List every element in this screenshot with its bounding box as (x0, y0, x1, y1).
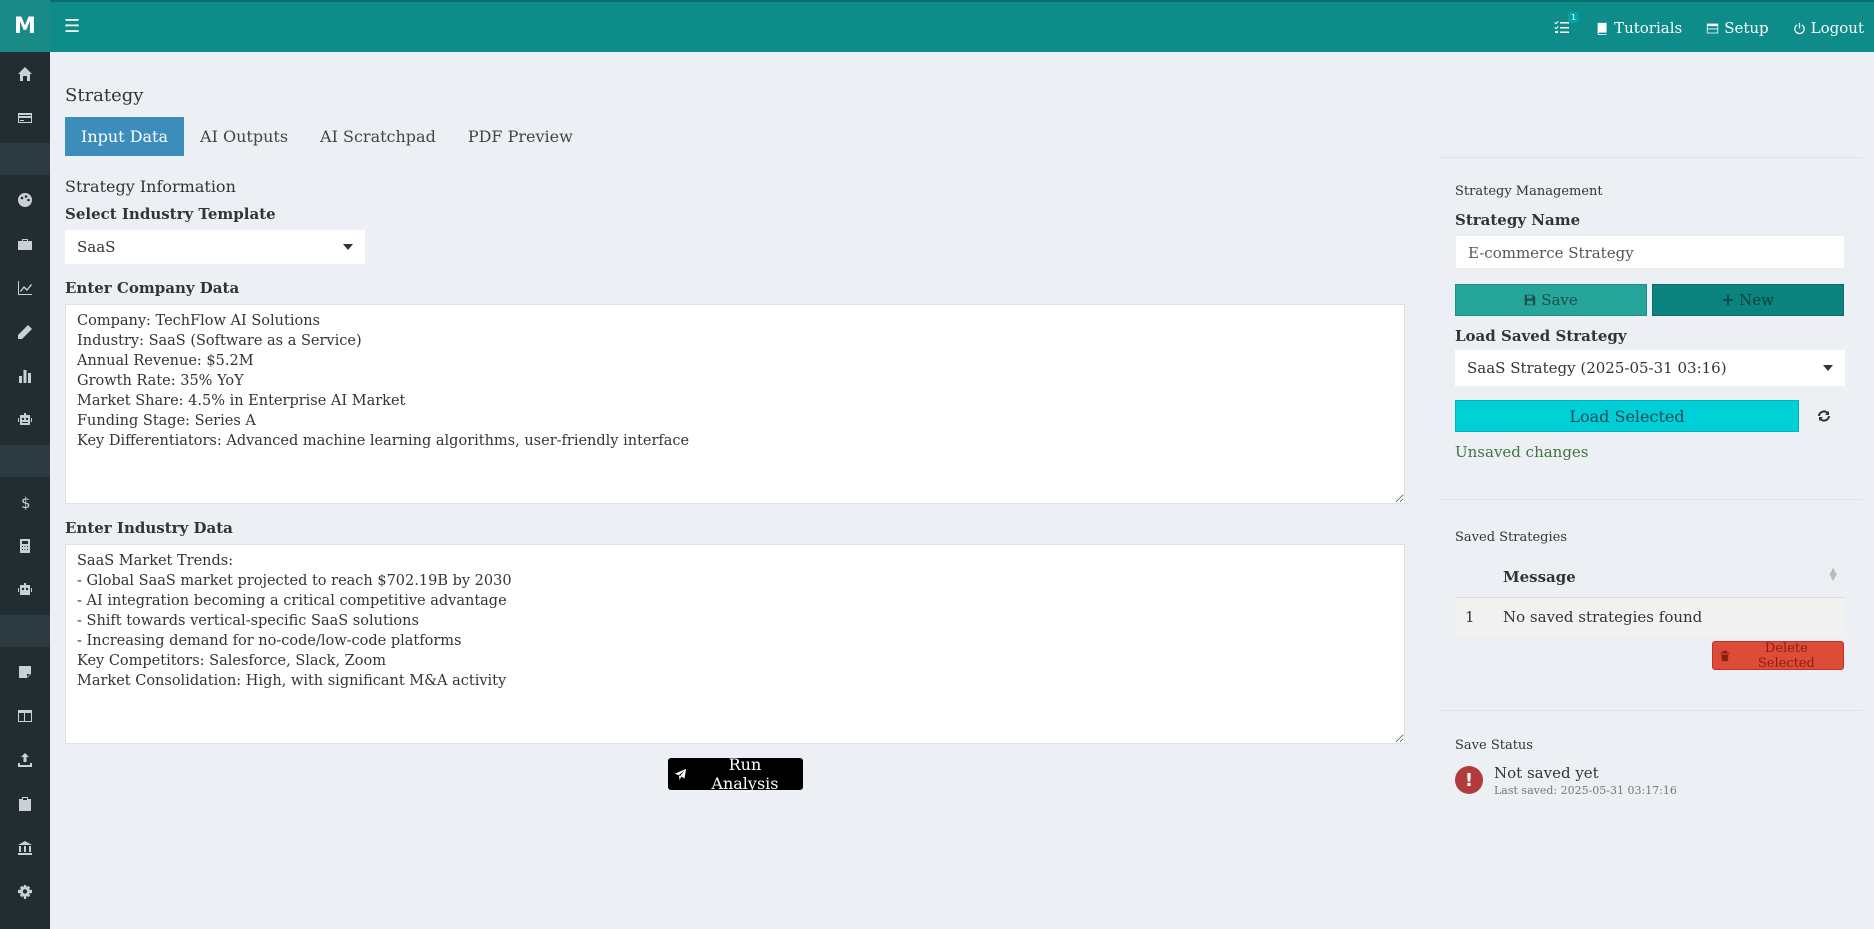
strategy-name-label: Strategy Name (1455, 211, 1581, 229)
tutorials-link[interactable]: Tutorials (1596, 19, 1682, 37)
unsaved-changes-text: Unsaved changes (1455, 443, 1589, 461)
section-title: Strategy Information (65, 177, 236, 196)
home-icon[interactable] (0, 52, 50, 96)
last-saved-text: Last saved: 2025-05-31 03:17:16 (1494, 784, 1677, 797)
top-navbar: ☰ 1 Tutorials Setup Logout (50, 0, 1874, 52)
sort-icon[interactable]: ▲ ▼ (1829, 567, 1837, 583)
template-label: Select Industry Template (65, 205, 276, 223)
page-title: Strategy (65, 85, 144, 106)
delete-selected-button[interactable]: Delete Selected (1712, 640, 1844, 671)
divider (1440, 710, 1862, 711)
save-status-text: Not saved yet (1494, 764, 1599, 782)
strategy-name-input[interactable]: E-commerce Strategy (1455, 235, 1845, 269)
tab-input-data[interactable]: Input Data (65, 117, 185, 156)
sidebar-separator (0, 445, 50, 477)
exclamation-circle-icon: ! (1455, 766, 1483, 794)
tutorials-label: Tutorials (1614, 19, 1683, 37)
new-label: New (1739, 291, 1774, 309)
table-icon (1707, 23, 1719, 33)
plus-icon (1722, 294, 1734, 306)
run-analysis-label: Run Analysis (711, 755, 779, 793)
table-icon[interactable] (0, 694, 50, 738)
sidebar: M $ (0, 0, 50, 929)
table-header-index (1455, 557, 1502, 598)
bank-icon[interactable] (0, 826, 50, 870)
industry-data-label: Enter Industry Data (65, 519, 233, 537)
company-data-textarea[interactable]: Company: TechFlow AI Solutions Industry:… (65, 304, 1405, 504)
save-button[interactable]: Save (1455, 284, 1647, 316)
table-header-message-label: Message (1503, 568, 1576, 586)
paper-plane-icon (674, 768, 687, 780)
tasks-badge: 1 (1567, 12, 1580, 23)
refresh-icon[interactable] (1816, 408, 1832, 424)
sidebar-separator (0, 615, 50, 647)
tab-ai-outputs[interactable]: AI Outputs (184, 117, 304, 156)
saved-strategies-table: Message ▲ ▼ 1 No saved strategies found (1455, 557, 1845, 636)
robot-icon[interactable] (0, 398, 50, 442)
industry-template-select[interactable]: SaaS (65, 230, 365, 264)
save-status-title: Save Status (1455, 738, 1533, 753)
gear-icon[interactable] (0, 870, 50, 914)
tab-bar: Input Data AI Outputs AI Scratchpad PDF … (65, 117, 589, 156)
strategy-management-title: Strategy Management (1455, 184, 1603, 199)
run-analysis-button[interactable]: Run Analysis (668, 755, 803, 793)
pencil-icon[interactable] (0, 310, 50, 354)
dollar-icon[interactable]: $ (0, 480, 50, 524)
tab-pdf-preview[interactable]: PDF Preview (452, 117, 589, 156)
tab-ai-scratchpad[interactable]: AI Scratchpad (304, 117, 452, 156)
menu-toggle-icon[interactable]: ☰ (64, 16, 80, 37)
load-strategy-label: Load Saved Strategy (1455, 327, 1627, 345)
chevron-down-icon (1823, 365, 1833, 371)
sidebar-separator (0, 143, 50, 175)
industry-data-textarea[interactable]: SaaS Market Trends: - Global SaaS market… (65, 544, 1405, 744)
table-cell-message: No saved strategies found (1502, 597, 1845, 636)
power-icon (1793, 22, 1805, 34)
company-data-label: Enter Company Data (65, 279, 240, 297)
setup-label: Setup (1724, 19, 1769, 37)
book-icon (1597, 22, 1607, 35)
new-button[interactable]: New (1652, 284, 1844, 316)
app-logo[interactable]: M (0, 0, 50, 52)
tasks-icon[interactable]: 1 (1554, 12, 1580, 37)
industry-template-value: SaaS (77, 238, 116, 256)
divider (1440, 157, 1862, 158)
clipboard-icon[interactable] (0, 782, 50, 826)
table-cell-index: 1 (1455, 597, 1502, 636)
credit-card-icon[interactable] (0, 96, 50, 140)
note-icon[interactable] (0, 650, 50, 694)
bar-chart-icon[interactable] (0, 354, 50, 398)
divider (1440, 499, 1862, 500)
floppy-disk-icon (1524, 294, 1536, 306)
chevron-down-icon (343, 244, 353, 250)
setup-link[interactable]: Setup (1706, 19, 1769, 37)
logout-label: Logout (1810, 19, 1864, 37)
delete-selected-label: Delete Selected (1757, 640, 1815, 671)
palette-icon[interactable] (0, 178, 50, 222)
table-header-message[interactable]: Message ▲ ▼ (1502, 557, 1845, 598)
briefcase-icon[interactable] (0, 222, 50, 266)
logout-link[interactable]: Logout (1793, 19, 1864, 37)
load-selected-label: Load Selected (1569, 406, 1685, 426)
load-strategy-value: SaaS Strategy (2025-05-31 03:16) (1467, 359, 1727, 377)
line-chart-icon[interactable] (0, 266, 50, 310)
svg-text:$: $ (21, 494, 31, 510)
load-strategy-select[interactable]: SaaS Strategy (2025-05-31 03:16) (1455, 350, 1845, 386)
trash-icon (1720, 650, 1730, 661)
saved-strategies-title: Saved Strategies (1455, 530, 1568, 545)
load-selected-button[interactable]: Load Selected (1455, 400, 1799, 432)
table-row[interactable]: 1 No saved strategies found (1455, 597, 1845, 636)
calculator-icon[interactable] (0, 524, 50, 568)
upload-icon[interactable] (0, 738, 50, 782)
save-label: Save (1541, 291, 1578, 309)
robot-icon[interactable] (0, 568, 50, 612)
